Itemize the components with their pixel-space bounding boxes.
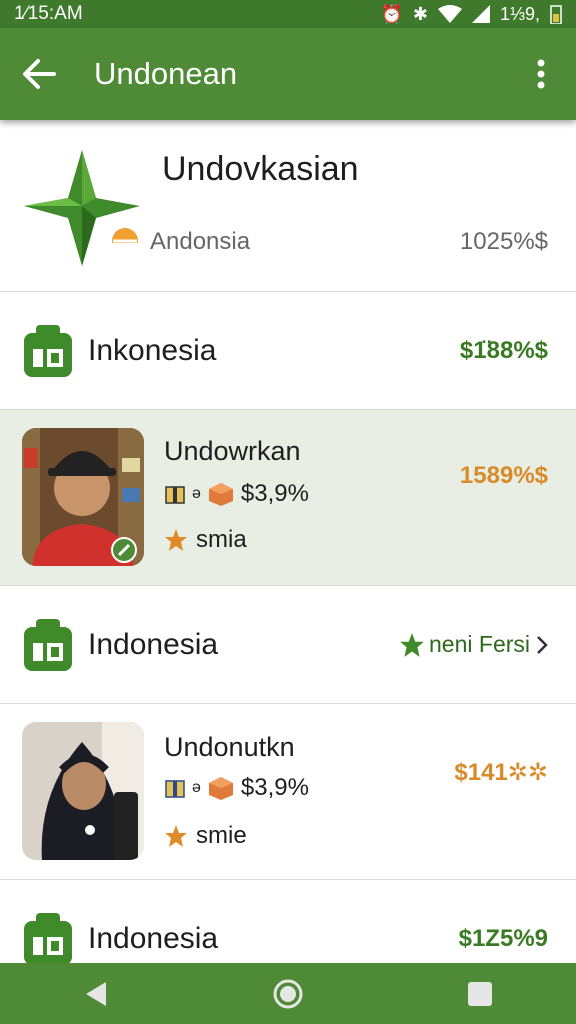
star-badge-icon <box>400 632 424 657</box>
overflow-menu-button[interactable] <box>506 28 576 120</box>
section-price: $1Z5%9 <box>458 924 548 952</box>
bluetooth-icon: ✱ <box>412 3 428 24</box>
person-meta: ə $3,9% <box>164 480 309 508</box>
section-label: Indonesia <box>88 627 219 661</box>
avatar <box>22 722 144 860</box>
arrow-back-icon <box>23 59 56 89</box>
section-label: Inkonesia <box>88 333 217 367</box>
person-meta-value: $3,9% <box>240 774 309 801</box>
person-price: $141✲✲ <box>454 759 548 786</box>
list-item[interactable]: Inkonesia $1̈88%$ <box>0 292 576 410</box>
store-icon <box>24 324 72 377</box>
person-rating-label: smie <box>196 822 247 849</box>
back-button[interactable] <box>0 28 78 120</box>
app-bar: Undonean <box>0 28 576 120</box>
section-badge-label: neni Fersi <box>429 631 530 657</box>
section-label: Indonesia <box>88 921 219 955</box>
person-meta-value: $3,9% <box>240 480 309 507</box>
list-item[interactable]: Indonesia neni Fersi <box>0 586 576 704</box>
list-item[interactable]: Indonesia $1Z5%9 <box>0 880 576 963</box>
list-item[interactable]: Undowrkan ə $3,9% smia 1589%$ <box>0 410 576 586</box>
status-bar: 1⁄15:AM ⏰ ✱ 1⅓9, <box>0 0 576 28</box>
store-icon <box>24 912 72 963</box>
system-nav-bar <box>0 963 576 1024</box>
package-icon <box>208 483 233 506</box>
person-name: Undonutkn <box>164 732 295 762</box>
person-rating: smia <box>164 526 247 554</box>
nav-recents-button[interactable] <box>450 969 510 1019</box>
star-icon <box>165 529 187 551</box>
avatar <box>22 428 144 566</box>
status-right-text: 1⅓9, <box>499 3 540 24</box>
triangle-back-icon <box>86 981 106 1006</box>
page-title: Undonean <box>94 56 238 91</box>
status-time: 1⁄15:AM <box>14 3 83 24</box>
wifi-icon <box>437 5 462 23</box>
alarm-icon: ⏰ <box>380 3 403 24</box>
person-rating-label: smia <box>196 526 247 553</box>
star-icon <box>165 825 187 847</box>
store-icon <box>24 618 72 671</box>
battery-icon <box>550 5 562 24</box>
person-name: Undowrkan <box>164 436 301 466</box>
header-card[interactable]: Undovkasian Andonsia 1025%$ <box>0 120 576 292</box>
status-icons: ⏰ ✱ 1⅓9, <box>380 4 562 25</box>
separator-icon: ə <box>192 485 201 502</box>
section-badge[interactable]: neni Fersi <box>399 631 550 658</box>
chevron-right-icon <box>537 635 548 654</box>
list-item[interactable]: Undonutkn ə $3,9% smie $141✲✲ <box>0 704 576 880</box>
person-meta: ə $3,9% <box>164 774 309 802</box>
sun-icon <box>112 228 138 255</box>
separator-icon: ə <box>192 779 201 796</box>
more-vert-icon <box>537 59 545 89</box>
person-rating: smie <box>164 822 247 850</box>
header-title: Undovkasian <box>162 150 359 188</box>
header-value: 1025%$ <box>459 228 548 255</box>
circle-home-icon <box>273 979 303 1008</box>
person-price: 1589%$ <box>459 462 548 489</box>
box-icon <box>165 780 185 798</box>
header-subtitle: Andonsia <box>150 228 251 255</box>
section-price: $1̈88%$ <box>459 336 548 364</box>
nav-home-button[interactable] <box>258 969 318 1019</box>
package-icon <box>208 777 233 800</box>
signal-icon <box>471 5 490 23</box>
nav-back-button[interactable] <box>66 969 126 1019</box>
content-list[interactable]: Undovkasian Andonsia 1025%$ Inkonesia $1… <box>0 120 576 963</box>
box-icon <box>165 486 185 504</box>
square-recents-icon <box>468 981 492 1006</box>
